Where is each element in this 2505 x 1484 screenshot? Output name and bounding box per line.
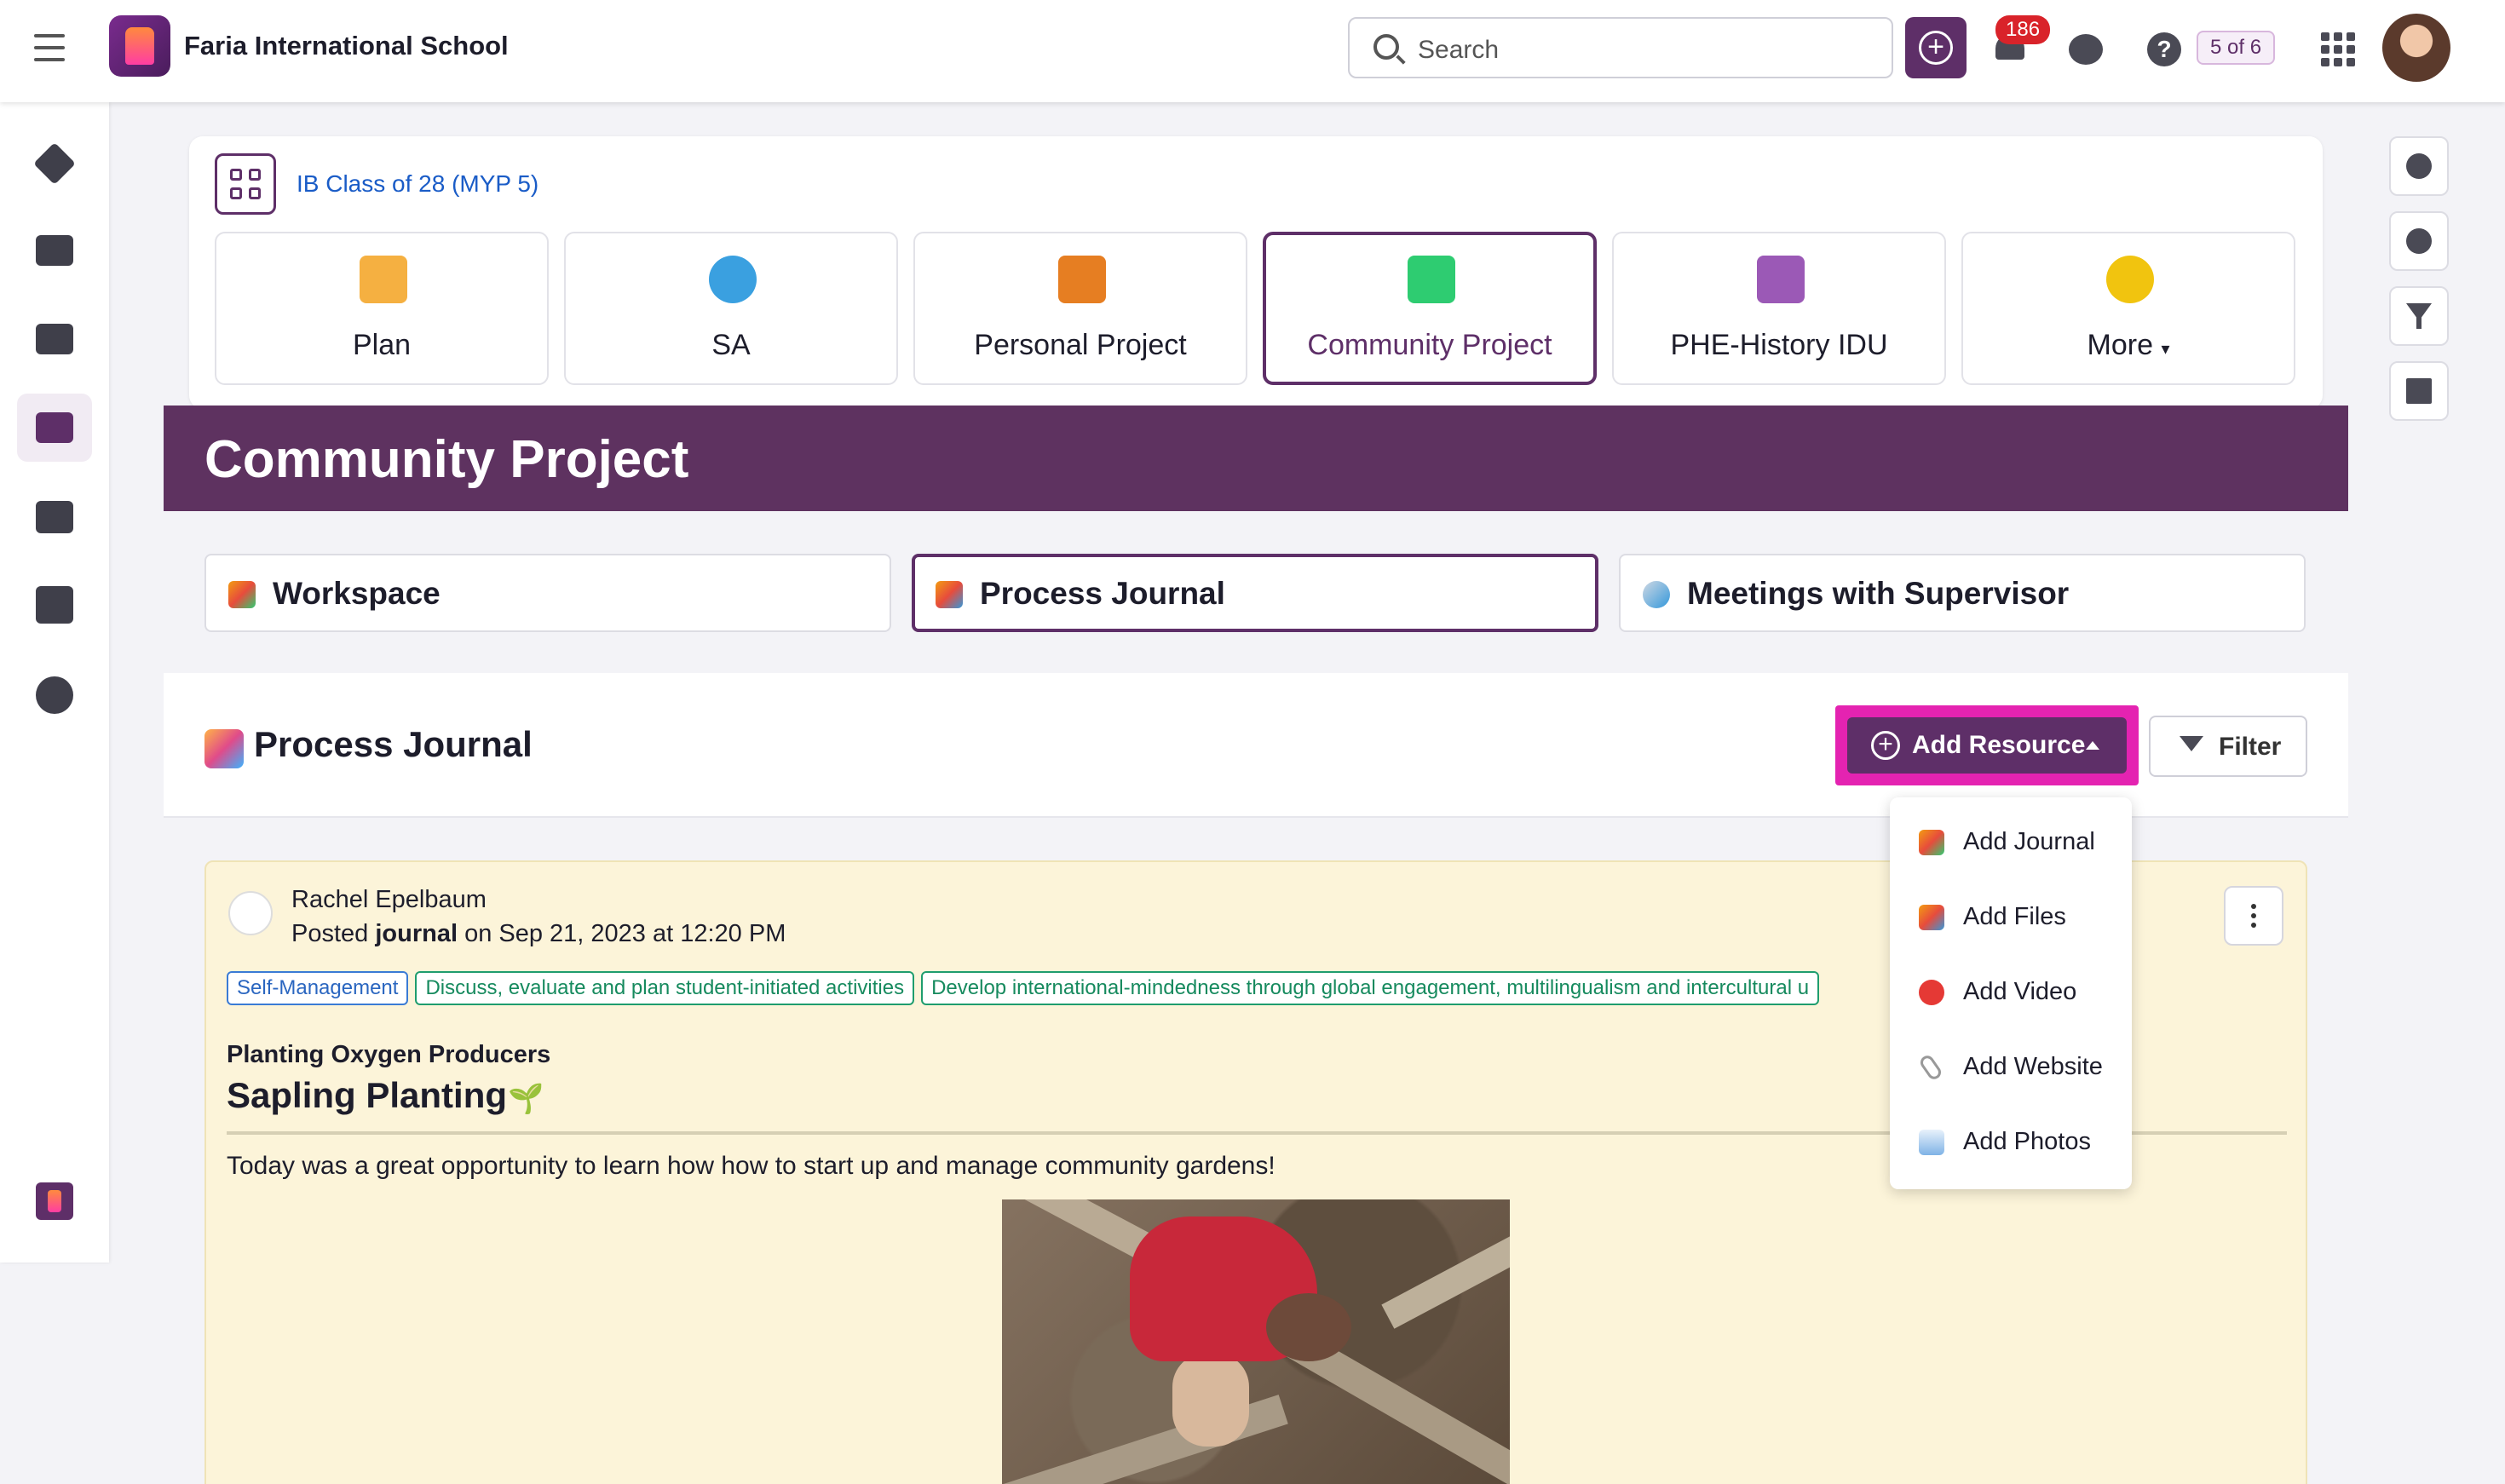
notification-badge: 186: [1995, 15, 2051, 44]
filter-rail-button[interactable]: [2389, 286, 2449, 346]
project-banner: Community Project: [164, 406, 2348, 511]
play-icon: [1919, 980, 1944, 1005]
tile-phe-history-idu[interactable]: PHE-History IDU: [1612, 232, 1946, 385]
menu-item-add-journal[interactable]: Add Journal: [1890, 804, 2132, 879]
post-title: Sapling Planting: [227, 1075, 508, 1115]
menu-item-add-photos[interactable]: Add Photos: [1890, 1104, 2132, 1179]
masks-icon: [1919, 905, 1944, 930]
briefcase-icon[interactable]: [36, 235, 73, 266]
app-grid-icon[interactable]: [2321, 32, 2355, 66]
search-input[interactable]: Search: [1348, 17, 1893, 78]
puzzle-icon: [1757, 256, 1805, 303]
speech-bubbles-icon: [1643, 581, 1670, 608]
add-resource-label: Add Resource: [1912, 731, 2086, 759]
tile-personal-project[interactable]: Personal Project: [913, 232, 1247, 385]
pager-badge[interactable]: 5 of 6: [2197, 31, 2276, 65]
lightbulb-icon: [2106, 256, 2154, 303]
tab-label: Process Journal: [980, 576, 1225, 611]
tile-label: PHE-History IDU: [1670, 329, 1888, 361]
tab-workspace[interactable]: Workspace: [204, 554, 891, 632]
caret-down-icon: ▾: [2161, 340, 2170, 359]
funnel-icon: [2406, 303, 2432, 329]
banner-title: Community Project: [204, 430, 689, 489]
menu-item-add-files[interactable]: Add Files: [1890, 879, 2132, 954]
section-title: Process Journal: [254, 724, 533, 764]
post-tags: Self-Management Discuss, evaluate and pla…: [227, 971, 1897, 1007]
masks-icon: [936, 581, 963, 608]
sprout-icon: 🌱: [508, 1083, 544, 1115]
tile-community-project[interactable]: Community Project: [1263, 232, 1597, 385]
photo-icon: [1919, 1130, 1944, 1155]
tag-chip[interactable]: Develop international-mindedness through…: [921, 971, 1820, 1005]
tile-label: More ▾: [2087, 329, 2170, 361]
add-resource-button[interactable]: + Add Resource: [1847, 717, 2127, 774]
hamburger-menu-icon[interactable]: [34, 34, 65, 61]
faria-logo-icon[interactable]: [36, 1182, 73, 1220]
tile-label: Community Project: [1307, 329, 1552, 361]
tile-sa[interactable]: SA: [564, 232, 898, 385]
post-author: Rachel Epelbaum: [291, 886, 487, 913]
folder-portrait-icon: [360, 256, 407, 303]
tile-label: Plan: [352, 329, 412, 361]
tab-process-journal[interactable]: Process Journal: [912, 554, 1598, 632]
masks-icon: [204, 729, 244, 768]
post-photo[interactable]: [1002, 1199, 1510, 1484]
green-books-icon: [1408, 256, 1455, 303]
tab-label: Workspace: [273, 576, 441, 611]
filter-label: Filter: [2219, 733, 2282, 761]
plus-circle-icon: +: [1919, 31, 1953, 65]
post-body: Today was a great opportunity to learn h…: [227, 1152, 1276, 1180]
people-icon: [2406, 228, 2432, 254]
paperclip-icon: [1917, 1053, 1944, 1082]
post-meta: Posted journal on Sep 21, 2023 at 12:20 …: [291, 920, 786, 947]
info-icon: [2406, 153, 2432, 179]
create-button[interactable]: +: [1905, 17, 1967, 78]
menu-item-add-website[interactable]: Add Website: [1890, 1029, 2132, 1104]
graduation-cap-icon[interactable]: [36, 412, 73, 443]
globe-icon: [709, 256, 757, 303]
book-button[interactable]: [2389, 361, 2449, 421]
add-resource-menu: Add Journal Add Files Add Video Add Webs…: [1890, 797, 2132, 1189]
school-name: Faria International School: [184, 31, 509, 60]
tab-meetings-with-supervisor[interactable]: Meetings with Supervisor: [1619, 554, 2306, 632]
post-type-icon: [228, 891, 273, 935]
class-name-link[interactable]: IB Class of 28 (MYP 5): [297, 170, 538, 198]
cube-icon[interactable]: [36, 586, 73, 624]
notebook-icon: [1058, 256, 1106, 303]
pencil-tools-icon: [1919, 830, 1944, 855]
tag-chip[interactable]: Self-Management: [227, 971, 409, 1005]
tile-label: SA: [711, 329, 751, 361]
students-icon[interactable]: [36, 324, 73, 354]
app-logo[interactable]: [109, 15, 170, 77]
help-icon[interactable]: ?: [2147, 32, 2181, 66]
people-button[interactable]: [2389, 211, 2449, 271]
book-icon: [2406, 378, 2432, 404]
pencil-tools-icon: [228, 581, 256, 608]
class-grid-icon[interactable]: [215, 153, 276, 215]
search-placeholder: Search: [1418, 36, 1500, 64]
more-options-icon[interactable]: [2224, 886, 2283, 946]
tile-more[interactable]: More ▾: [1961, 232, 2295, 385]
tile-label: Personal Project: [974, 329, 1187, 361]
user-avatar[interactable]: [2382, 14, 2450, 82]
compass-icon[interactable]: [36, 676, 73, 714]
info-button[interactable]: [2389, 136, 2449, 196]
plus-circle-icon: +: [1871, 731, 1900, 760]
tab-label: Meetings with Supervisor: [1687, 576, 2070, 611]
chat-bubble-icon[interactable]: [2069, 34, 2103, 65]
filter-button[interactable]: Filter: [2149, 716, 2307, 777]
funnel-icon: [2180, 736, 2203, 751]
search-icon: [1373, 34, 1399, 60]
map-icon[interactable]: [36, 501, 73, 533]
caret-up-icon: [2086, 741, 2099, 750]
menu-item-add-video[interactable]: Add Video: [1890, 954, 2132, 1029]
tile-plan[interactable]: Plan: [215, 232, 549, 385]
tag-chip[interactable]: Discuss, evaluate and plan student-initi…: [415, 971, 915, 1005]
post-subtitle: Planting Oxygen Producers: [227, 1041, 551, 1068]
